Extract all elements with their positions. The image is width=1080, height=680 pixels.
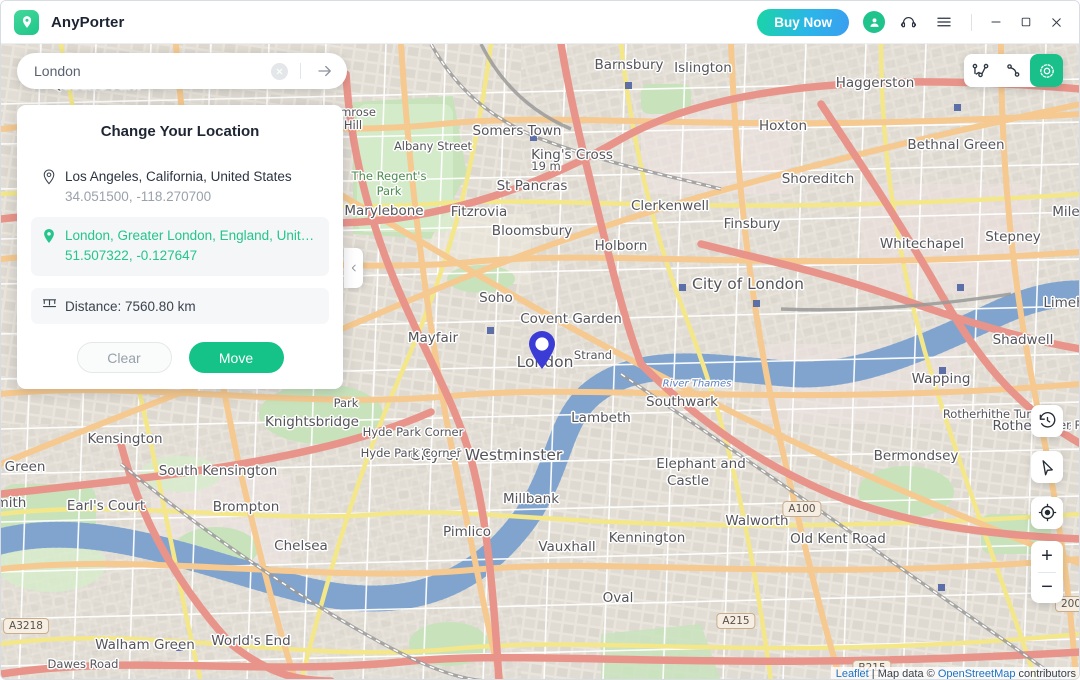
leaflet-link[interactable]: Leaflet xyxy=(836,668,869,679)
search-input[interactable] xyxy=(17,63,271,79)
panel-title: Change Your Location xyxy=(100,123,260,140)
arrow-right-icon[interactable] xyxy=(312,62,338,80)
target-location-texts: London, Greater London, England, Unite… … xyxy=(65,226,318,267)
attribution-separator: | xyxy=(868,668,878,680)
map-mode-toolbar xyxy=(964,54,1063,87)
headset-icon[interactable] xyxy=(895,9,921,35)
titlebar-divider xyxy=(971,13,972,31)
target-location-row[interactable]: London, Greater London, England, Unite… … xyxy=(31,217,329,276)
title-bar-controls: Buy Now xyxy=(757,1,1079,43)
maximize-icon[interactable] xyxy=(1011,7,1041,37)
distance-row: Distance: 7560.80 km xyxy=(31,288,329,324)
two-spot-mode[interactable] xyxy=(997,54,1030,87)
navigation-arrow-icon[interactable] xyxy=(1031,451,1063,482)
current-location-coords: 34.051500, -118.270700 xyxy=(65,189,212,204)
map-marker-london[interactable] xyxy=(527,330,557,375)
pin-outline-icon xyxy=(42,169,56,190)
location-pin-app-icon xyxy=(14,9,39,35)
current-location-name: Los Angeles, California, United States xyxy=(65,169,292,184)
target-location-coords: 51.507322, -0.127647 xyxy=(65,248,198,263)
map-attribution: Leaflet | Map data © OpenStreetMap contr… xyxy=(830,667,1079,680)
zoom-controls: + − xyxy=(1031,541,1063,603)
chevron-left-icon xyxy=(351,264,356,272)
buy-now-button[interactable]: Buy Now xyxy=(757,8,849,36)
teleport-mode[interactable] xyxy=(1030,54,1063,87)
app-window: AnyPorter Buy Now Barnsbury Islington Ha… xyxy=(0,0,1080,680)
current-location-texts: Los Angeles, California, United States 3… xyxy=(65,167,318,208)
history-clock-icon[interactable] xyxy=(1031,405,1063,436)
current-location-row[interactable]: Los Angeles, California, United States 3… xyxy=(31,158,329,217)
attribution-mapdata: Map data © xyxy=(877,668,938,680)
search-divider xyxy=(300,63,301,79)
road-shield: A3218 xyxy=(3,618,49,634)
target-location-name: London, Greater London, England, Unite… xyxy=(65,228,318,243)
change-location-panel: Change Your Location Los Angeles, Califo… xyxy=(17,105,343,389)
clear-circle-icon[interactable] xyxy=(271,62,288,80)
multi-stop-mode[interactable] xyxy=(964,54,997,87)
ruler-icon xyxy=(42,297,57,315)
road-shield: A100 xyxy=(782,501,822,517)
hamburger-menu-icon[interactable] xyxy=(931,9,957,35)
openstreetmap-link[interactable]: OpenStreetMap xyxy=(938,668,1016,679)
panel-collapse-toggle[interactable] xyxy=(344,248,363,288)
app-title: AnyPorter xyxy=(51,13,125,31)
road-shield: A215 xyxy=(716,613,756,629)
zoom-in-button[interactable]: + xyxy=(1031,541,1063,572)
search-bar xyxy=(17,53,347,89)
locate-crosshair-icon[interactable] xyxy=(1031,497,1063,528)
move-button[interactable]: Move xyxy=(188,342,284,373)
navigate-control[interactable] xyxy=(1031,451,1063,483)
history-control[interactable] xyxy=(1031,405,1063,437)
title-bar: AnyPorter Buy Now xyxy=(1,1,1079,44)
user-avatar-icon[interactable] xyxy=(863,11,885,33)
close-icon[interactable] xyxy=(1041,7,1071,37)
clear-button[interactable]: Clear xyxy=(76,342,172,373)
locate-control[interactable] xyxy=(1031,497,1063,529)
pin-filled-icon xyxy=(42,228,56,249)
distance-label: Distance: 7560.80 km xyxy=(65,298,196,314)
minimize-icon[interactable] xyxy=(981,7,1011,37)
panel-actions: Clear Move xyxy=(17,342,343,373)
attribution-suffix: contributors xyxy=(1015,668,1076,680)
zoom-out-button[interactable]: − xyxy=(1031,573,1063,604)
